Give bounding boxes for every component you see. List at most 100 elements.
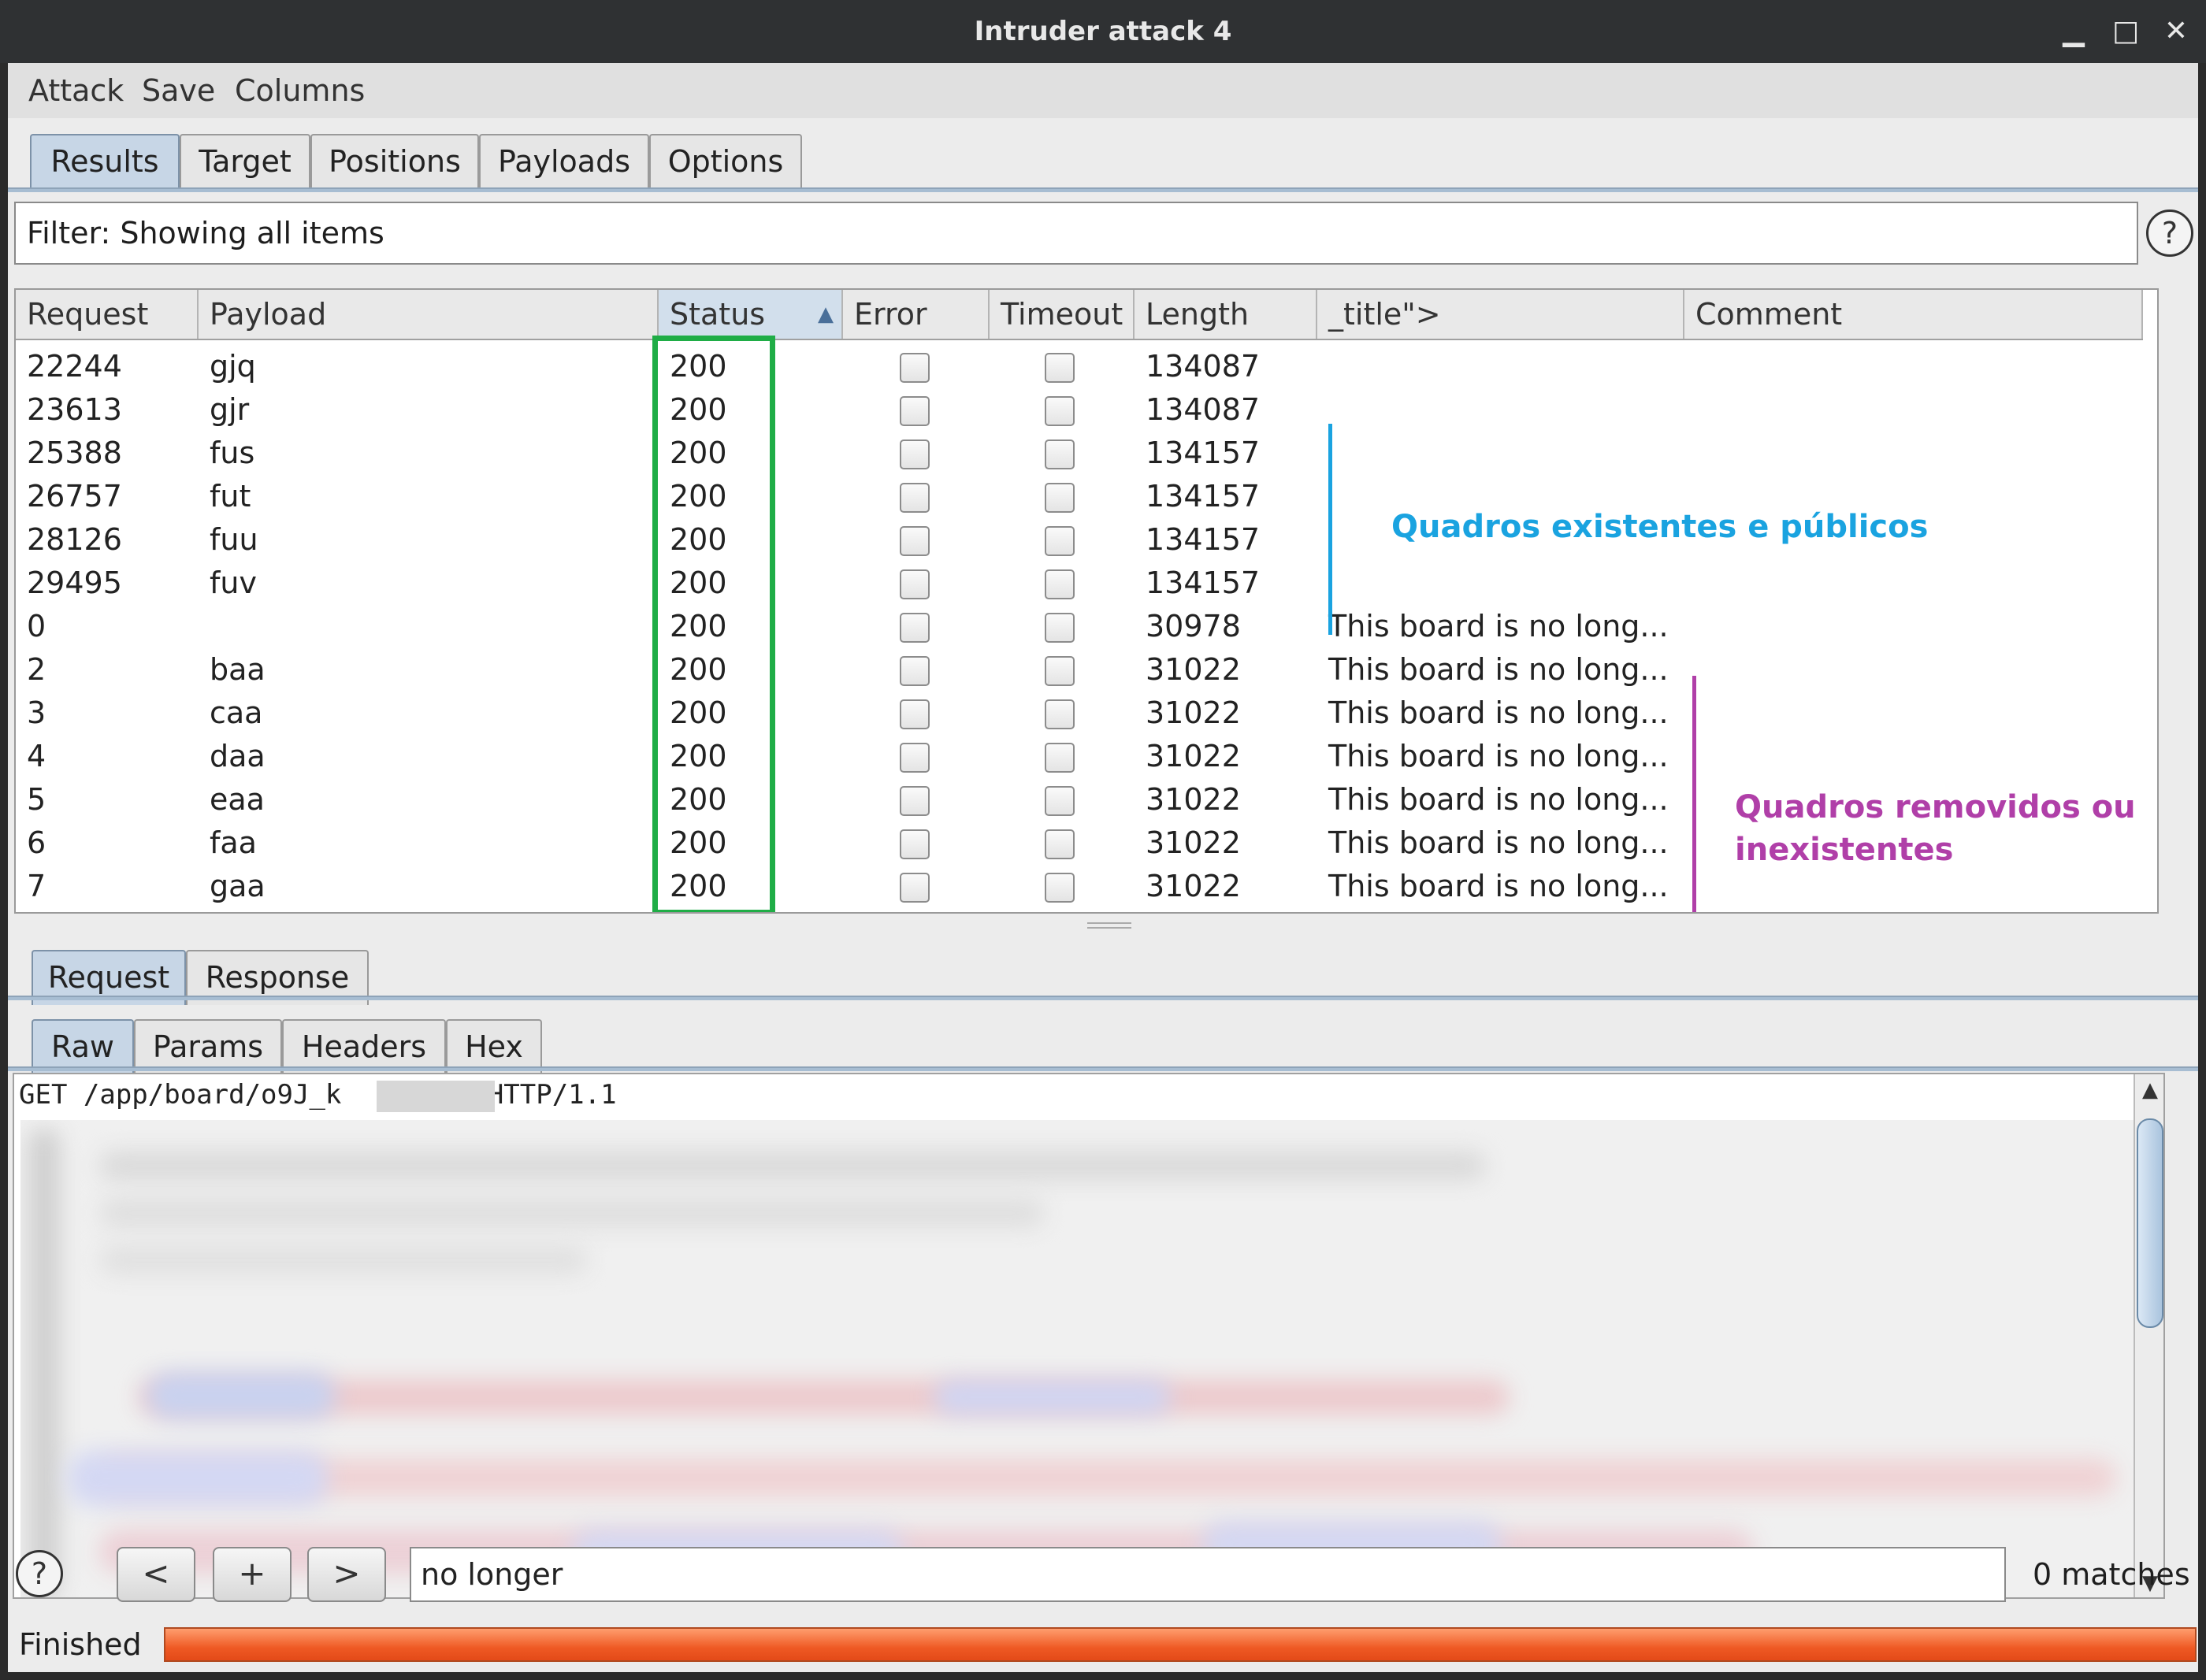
menu-attack[interactable]: Attack xyxy=(28,63,124,118)
table-row[interactable]: 0 200 30978 This board is no long... xyxy=(16,605,2143,648)
view-tab-divider xyxy=(8,1066,2198,1071)
editor-scrollbar-thumb[interactable] xyxy=(2137,1118,2163,1328)
timeout-checkbox[interactable] xyxy=(1045,743,1075,773)
menu-columns[interactable]: Columns xyxy=(235,63,365,118)
cell-status: 200 xyxy=(670,522,727,557)
match-count: 0 matches xyxy=(2033,1557,2190,1592)
filter-help-icon[interactable]: ? xyxy=(2146,210,2193,257)
cell-title: This board is no long... xyxy=(1328,652,1669,687)
tab-divider xyxy=(8,187,2198,192)
message-tab-divider xyxy=(8,996,2198,1000)
intruder-window: Attack Save Columns Results Target Posit… xyxy=(8,63,2198,1672)
timeout-checkbox[interactable] xyxy=(1045,699,1075,729)
column-header-error[interactable]: Error xyxy=(843,290,990,339)
error-checkbox[interactable] xyxy=(900,396,930,426)
error-checkbox[interactable] xyxy=(900,483,930,513)
cell-title xyxy=(1317,432,1328,475)
timeout-checkbox[interactable] xyxy=(1045,873,1075,903)
table-row[interactable]: 2 baa 200 31022 This board is no long... xyxy=(16,648,2143,692)
tab-results[interactable]: Results xyxy=(30,134,180,189)
column-header-comment[interactable]: Comment xyxy=(1684,290,2143,339)
timeout-checkbox[interactable] xyxy=(1045,396,1075,426)
column-header-title[interactable]: _title"> xyxy=(1317,290,1684,339)
cell-request: 3 xyxy=(27,695,46,730)
table-row[interactable]: 25388 fus 200 134157 xyxy=(16,432,2143,475)
menu-save[interactable]: Save xyxy=(142,63,215,118)
timeout-checkbox[interactable] xyxy=(1045,353,1075,383)
menu-bar: Attack Save Columns xyxy=(8,63,2198,118)
cell-request: 5 xyxy=(27,782,46,817)
table-row[interactable]: 7 gaa 200 31022 This board is no long... xyxy=(16,865,2143,908)
timeout-checkbox[interactable] xyxy=(1045,526,1075,556)
removed-annotation-line1: Quadros removidos ou xyxy=(1735,789,2136,825)
progress-bar xyxy=(164,1627,2197,1662)
cell-status: 200 xyxy=(670,695,727,730)
column-header-status[interactable]: Status ▲ xyxy=(659,290,843,339)
timeout-checkbox[interactable] xyxy=(1045,613,1075,643)
view-tab-bar: Raw Params Headers Hex xyxy=(8,1010,2198,1074)
tab-payloads[interactable]: Payloads xyxy=(479,134,649,189)
column-header-timeout[interactable]: Timeout xyxy=(990,290,1135,339)
cell-status: 200 xyxy=(670,479,727,514)
error-checkbox[interactable] xyxy=(900,526,930,556)
cell-title xyxy=(1317,475,1328,518)
cell-payload: caa xyxy=(210,695,263,730)
error-checkbox[interactable] xyxy=(900,353,930,383)
timeout-checkbox[interactable] xyxy=(1045,483,1075,513)
status-text: Finished xyxy=(19,1627,142,1662)
error-checkbox[interactable] xyxy=(900,439,930,469)
next-match-button[interactable]: > xyxy=(307,1547,386,1602)
request-first-line: GET /app/board/o9J_k =/ HTTP/1.1 xyxy=(19,1079,617,1111)
cell-length: 31022 xyxy=(1146,695,1241,730)
error-checkbox[interactable] xyxy=(900,786,930,816)
table-row[interactable]: 23613 gjr 200 134087 xyxy=(16,388,2143,432)
error-checkbox[interactable] xyxy=(900,613,930,643)
maximize-icon[interactable]: □ xyxy=(2108,14,2143,49)
cell-payload: gjq xyxy=(210,349,256,384)
request-editor[interactable]: GET /app/board/o9J_k =/ HTTP/1.1 ▲ ▼ xyxy=(13,1073,2165,1599)
column-header-length[interactable]: Length xyxy=(1135,290,1317,339)
cell-payload xyxy=(199,605,210,648)
table-row[interactable]: 22244 gjq 200 134087 xyxy=(16,345,2143,388)
minimize-icon[interactable]: ▁ xyxy=(2056,14,2091,49)
cell-title xyxy=(1317,388,1328,432)
table-row[interactable]: 29495 fuv 200 134157 xyxy=(16,562,2143,605)
cell-length: 134157 xyxy=(1146,479,1261,514)
table-header: Request Payload Status ▲ Error Timeout L… xyxy=(16,290,2143,340)
previous-match-button[interactable]: < xyxy=(117,1547,195,1602)
filter-bar[interactable]: Filter: Showing all items xyxy=(14,202,2138,265)
timeout-checkbox[interactable] xyxy=(1045,786,1075,816)
timeout-checkbox[interactable] xyxy=(1045,829,1075,859)
close-icon[interactable]: ✕ xyxy=(2159,14,2193,49)
error-checkbox[interactable] xyxy=(900,873,930,903)
splitter-handle[interactable] xyxy=(1087,922,1131,929)
add-search-button[interactable]: + xyxy=(213,1547,292,1602)
editor-scroll-up-icon[interactable]: ▲ xyxy=(2135,1074,2163,1106)
error-checkbox[interactable] xyxy=(900,829,930,859)
cell-title: This board is no long... xyxy=(1328,695,1669,730)
column-header-request[interactable]: Request xyxy=(16,290,199,339)
timeout-checkbox[interactable] xyxy=(1045,439,1075,469)
table-row[interactable]: 3 caa 200 31022 This board is no long... xyxy=(16,692,2143,735)
error-checkbox[interactable] xyxy=(900,656,930,686)
cell-status: 200 xyxy=(670,782,727,817)
window-title: Intruder attack 4 xyxy=(974,16,1232,47)
timeout-checkbox[interactable] xyxy=(1045,656,1075,686)
cell-payload: fus xyxy=(210,436,255,470)
error-checkbox[interactable] xyxy=(900,699,930,729)
error-checkbox[interactable] xyxy=(900,569,930,599)
tab-options[interactable]: Options xyxy=(649,134,802,189)
table-row[interactable]: 4 daa 200 31022 This board is no long... xyxy=(16,735,2143,778)
cell-length: 134087 xyxy=(1146,349,1261,384)
cell-payload: daa xyxy=(210,739,266,773)
cell-payload: gaa xyxy=(210,869,266,903)
search-input[interactable]: no longer xyxy=(410,1547,2006,1602)
error-checkbox[interactable] xyxy=(900,743,930,773)
tab-positions[interactable]: Positions xyxy=(310,134,479,189)
search-help-icon[interactable]: ? xyxy=(16,1550,63,1597)
tab-target[interactable]: Target xyxy=(180,134,310,189)
column-header-payload[interactable]: Payload xyxy=(199,290,659,339)
timeout-checkbox[interactable] xyxy=(1045,569,1075,599)
editor-scrollbar[interactable]: ▲ ▼ xyxy=(2134,1074,2163,1597)
cell-length: 31022 xyxy=(1146,782,1241,817)
